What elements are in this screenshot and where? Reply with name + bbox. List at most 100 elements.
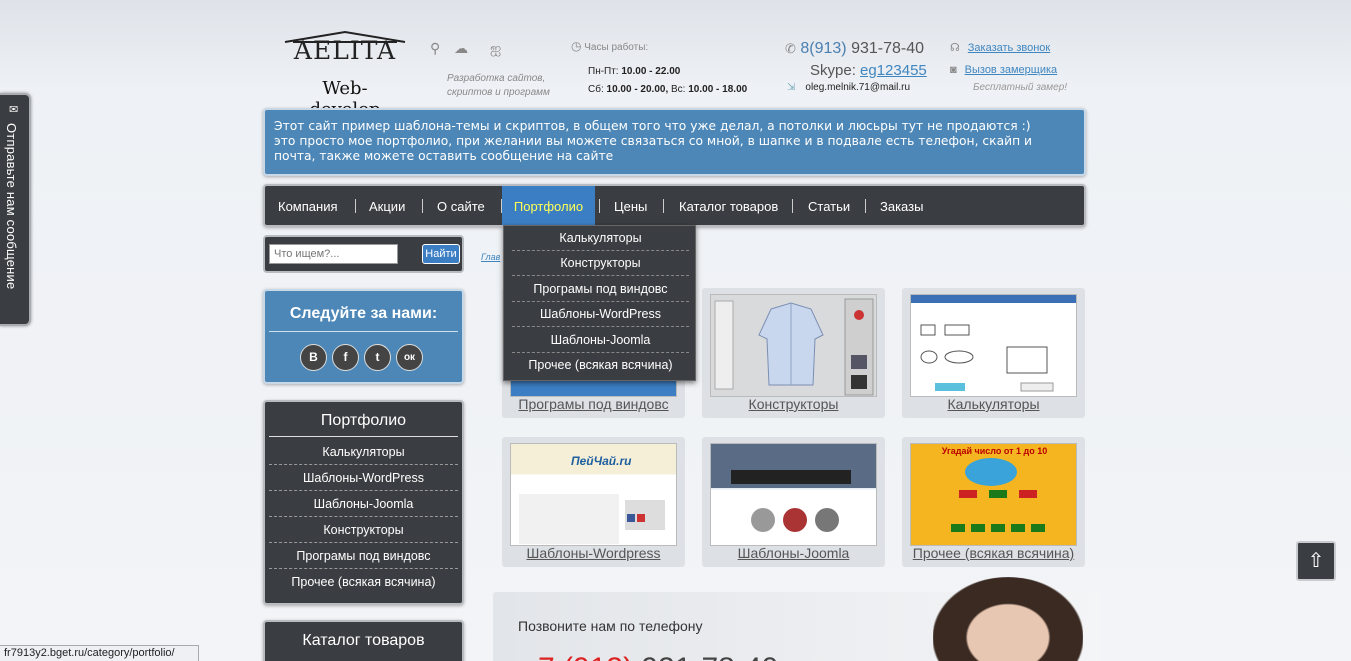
sidebar-item-windows-programs[interactable]: Програмы под виндовс bbox=[269, 543, 458, 569]
clock-icon: ◷ bbox=[571, 39, 582, 53]
nav-item-company[interactable]: Компания bbox=[278, 186, 338, 225]
camera-icon: ◙ bbox=[950, 64, 957, 76]
call-banner-phone: 7 (913) 931-78-40 bbox=[538, 652, 778, 661]
callback-link[interactable]: Заказать звонок bbox=[968, 42, 1050, 54]
calculator-window-image bbox=[911, 295, 1076, 392]
status-bar: fr7913y2.bget.ru/category/portfolio/ bbox=[0, 645, 199, 661]
feedback-tab[interactable]: ✉ Отправьте нам сообщение bbox=[0, 93, 31, 326]
odnoklassniki-icon[interactable]: ок bbox=[396, 344, 423, 371]
swirl-icon: ஐ bbox=[490, 40, 502, 56]
card-caption[interactable]: Шаблоны-Wordpress bbox=[502, 545, 685, 561]
callback: ☊ Заказать звонок bbox=[950, 41, 1050, 54]
breadcrumb[interactable]: Глав bbox=[481, 252, 500, 262]
tagline: Разработка сайтов, скриптов и программ bbox=[447, 73, 550, 98]
card-caption[interactable]: Конструкторы bbox=[702, 396, 885, 412]
sidebar-item-misc[interactable]: Прочее (всякая всячина) bbox=[269, 569, 458, 595]
nav-item-prices[interactable]: Цены bbox=[614, 186, 647, 225]
operator-photo bbox=[933, 577, 1083, 661]
free-measure-note: Бесплатный замер! bbox=[973, 82, 1068, 93]
call-banner-title: Позвоните нам по телефону bbox=[518, 618, 703, 634]
mail-icon: ⇲ bbox=[787, 82, 796, 93]
sidebar-item-calculators[interactable]: Калькуляторы bbox=[269, 439, 458, 465]
portfolio-card-calculators[interactable]: Калькуляторы bbox=[902, 288, 1085, 418]
portfolio-card-joomla[interactable]: Шаблоны-Joomla bbox=[702, 437, 885, 567]
header-skype: Skype: eg123455 bbox=[810, 62, 927, 79]
nav-separator bbox=[422, 199, 423, 213]
nav-separator bbox=[865, 199, 866, 213]
nav-item-orders[interactable]: Заказы bbox=[880, 186, 923, 225]
sidebar-item-joomla[interactable]: Шаблоны-Joomla bbox=[269, 491, 458, 517]
sidebar-catalog-title: Каталог товаров bbox=[302, 632, 425, 649]
measure: ◙ Вызов замерщика bbox=[950, 64, 1057, 76]
search-input[interactable] bbox=[269, 244, 398, 264]
main-nav: Компания Акции О сайте Портфолио Цены Ка… bbox=[263, 184, 1086, 227]
search-box: Найти bbox=[263, 235, 464, 273]
search-button[interactable]: Найти bbox=[422, 244, 460, 264]
shirt-constructor-image bbox=[714, 298, 874, 396]
portfolio-card-wordpress[interactable]: ПейЧай.ru Шаблоны-Wordpress bbox=[502, 437, 685, 567]
notice-line-2: это просто мое портфолио, при желании вы… bbox=[274, 134, 1033, 163]
scroll-to-top-button[interactable]: ⇧ bbox=[1296, 541, 1336, 581]
card-image: Угадай число от 1 до 10 bbox=[910, 443, 1077, 546]
header-phone: ✆ 8(913) 931-78-40 bbox=[785, 40, 925, 57]
nav-item-actions[interactable]: Акции bbox=[369, 186, 405, 225]
sidebar-portfolio-title: Портфолио bbox=[320, 412, 407, 429]
divider bbox=[269, 331, 458, 332]
logo-title[interactable]: AELITA bbox=[284, 36, 406, 65]
notice-banner: Этот сайт пример шаблона-темы и скриптов… bbox=[263, 108, 1086, 176]
header-icons: ⚲ ☁ ஐ bbox=[430, 40, 501, 59]
follow-title: Следуйте за нами: bbox=[289, 305, 438, 322]
nav-item-catalog[interactable]: Каталог товаров bbox=[679, 186, 778, 225]
card-caption[interactable]: Прочее (всякая всячина) bbox=[902, 545, 1085, 561]
card-caption[interactable]: Калькуляторы bbox=[902, 396, 1085, 412]
location-pin-icon: ⚲ bbox=[430, 40, 441, 56]
divider bbox=[269, 436, 458, 437]
portfolio-dropdown: Калькуляторы Конструкторы Програмы под в… bbox=[503, 225, 696, 381]
nav-separator bbox=[792, 199, 793, 213]
nav-separator bbox=[599, 199, 600, 213]
notice-line-1: Этот сайт пример шаблона-темы и скриптов… bbox=[274, 119, 1031, 133]
vk-icon[interactable]: В bbox=[300, 344, 327, 371]
dropdown-item-joomla[interactable]: Шаблоны-Joomla bbox=[512, 328, 689, 353]
hours-weekend: Сб: 10.00 - 20.00, Вс: 10.00 - 18.00 bbox=[588, 84, 748, 95]
card-image: ПейЧай.ru bbox=[510, 443, 677, 546]
feedback-tab-label: Отправьте нам сообщение bbox=[4, 123, 19, 290]
sidebar-portfolio: Портфолио Калькуляторы Шаблоны-WordPress… bbox=[263, 400, 464, 605]
dropdown-item-windows-programs[interactable]: Програмы под виндовс bbox=[512, 277, 689, 302]
phone-icon: ✆ bbox=[785, 41, 796, 56]
card-image bbox=[710, 294, 877, 397]
sidebar-item-wordpress[interactable]: Шаблоны-WordPress bbox=[269, 465, 458, 491]
dropdown-item-constructors[interactable]: Конструкторы bbox=[512, 251, 689, 276]
portfolio-card-misc[interactable]: Угадай число от 1 до 10 Прочее (всякая в… bbox=[902, 437, 1085, 567]
nav-item-portfolio[interactable]: Портфолио bbox=[502, 186, 595, 225]
facebook-icon[interactable]: f bbox=[332, 344, 359, 371]
card-image bbox=[910, 294, 1077, 397]
portfolio-card-constructors[interactable]: Конструкторы bbox=[702, 288, 885, 418]
arrow-up-icon: ⇧ bbox=[1307, 550, 1325, 572]
header-email: ⇲ oleg.melnik.71@mail.ru bbox=[787, 82, 911, 93]
joomla-site-image bbox=[711, 444, 876, 532]
nav-separator bbox=[355, 199, 356, 213]
call-banner: Позвоните нам по телефону 7 (913) 931-78… bbox=[493, 577, 1101, 661]
card-image bbox=[710, 443, 877, 546]
skype-link[interactable]: eg123455 bbox=[860, 62, 927, 79]
envelope-icon: ✉ bbox=[9, 104, 19, 116]
wordpress-site-image bbox=[519, 494, 665, 544]
twitter-icon[interactable]: t bbox=[364, 344, 391, 371]
card-caption[interactable]: Програмы под виндовс bbox=[502, 396, 685, 412]
card-caption[interactable]: Шаблоны-Joomla bbox=[702, 545, 885, 561]
dropdown-item-wordpress[interactable]: Шаблоны-WordPress bbox=[512, 302, 689, 327]
follow-us-box: Следуйте за нами: В f t ок bbox=[263, 289, 464, 384]
dropdown-item-calculators[interactable]: Калькуляторы bbox=[512, 226, 689, 251]
sidebar-catalog: Каталог товаров bbox=[263, 620, 464, 661]
hours-title: ◷ Часы работы: bbox=[571, 39, 649, 53]
nav-item-about[interactable]: О сайте bbox=[437, 186, 485, 225]
dropdown-item-misc[interactable]: Прочее (всякая всячина) bbox=[512, 353, 689, 378]
sidebar-item-constructors[interactable]: Конструкторы bbox=[269, 517, 458, 543]
nav-separator bbox=[663, 199, 664, 213]
hours-weekdays: Пн-Пт: 10.00 - 22.00 bbox=[588, 66, 681, 77]
headset-icon: ☊ bbox=[950, 42, 960, 54]
guess-number-game-image bbox=[951, 458, 1045, 532]
nav-item-articles[interactable]: Статьи bbox=[808, 186, 850, 225]
measure-link[interactable]: Вызов замерщика bbox=[965, 64, 1058, 76]
